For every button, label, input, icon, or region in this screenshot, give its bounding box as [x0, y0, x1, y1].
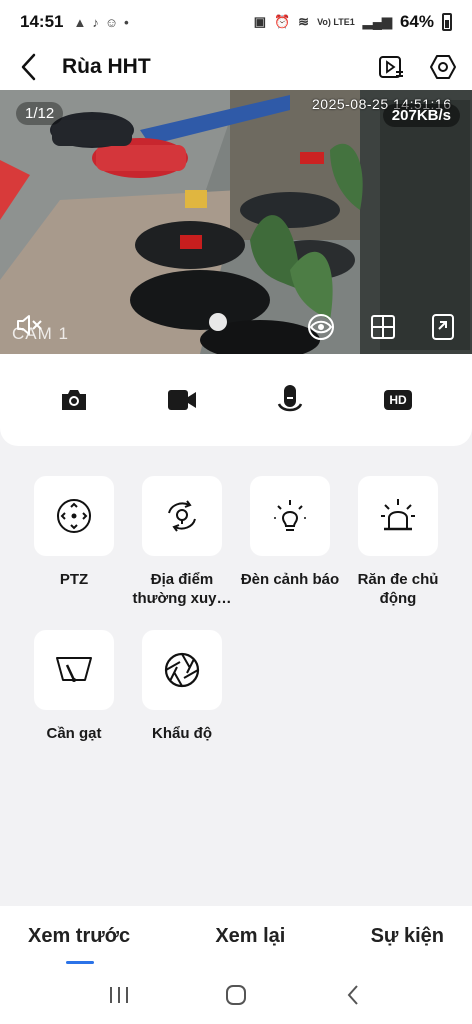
recent-apps-icon[interactable]	[99, 975, 139, 1015]
feature-siren[interactable]: Răn đe chủ động	[358, 476, 438, 608]
settings-hexagon-icon[interactable]	[428, 52, 458, 82]
network-label: Vo) LTE1	[317, 17, 355, 27]
smiley-icon: ☺	[104, 14, 119, 30]
feature-label: Địa điểm thường xuy…	[132, 571, 232, 607]
video-record-icon[interactable]	[160, 378, 204, 422]
eye-icon[interactable]	[306, 312, 336, 342]
home-icon[interactable]	[216, 975, 256, 1015]
tiktok-icon: ♪	[92, 14, 99, 30]
battery-percent: 64%	[399, 12, 434, 31]
fullscreen-icon[interactable]	[428, 312, 458, 342]
feature-warning-light[interactable]: Đèn cảnh báo	[241, 476, 339, 608]
page-title: Rùa HHT	[62, 55, 151, 78]
channel-page-indicator: 1/12	[16, 102, 64, 125]
aperture-icon	[142, 630, 222, 710]
camera-icon[interactable]	[52, 378, 96, 422]
more-dot-icon: •	[124, 14, 129, 30]
feature-label: Cần gạt	[46, 725, 102, 742]
hd-icon[interactable]: HD	[376, 378, 420, 422]
back-icon[interactable]	[14, 52, 44, 82]
wifi-icon: ≋	[298, 14, 310, 29]
notification-app-icon: ▲	[73, 14, 87, 30]
lock-icon: ▣	[253, 14, 266, 29]
feature-label: Đèn cảnh báo	[240, 571, 340, 588]
feature-label: Răn đe chủ động	[357, 571, 439, 607]
wiper-icon	[34, 630, 114, 710]
feature-wiper[interactable]: Cần gạt	[34, 630, 114, 743]
feature-aperture[interactable]: Khẩu độ	[142, 630, 222, 743]
bitrate-badge: 207KB/s	[382, 104, 460, 127]
playback-list-icon[interactable]	[376, 52, 406, 82]
status-bar: 14:51 ▲ ♪ ☺ • ▣ ⏰ ≋ Vo) LTE1 ▂▄▆ 64%	[0, 0, 472, 44]
live-video[interactable]: 1/12 2025-08-25 14:51:16 207KB/s CAM 1	[0, 90, 472, 354]
back-nav-icon[interactable]	[333, 975, 373, 1015]
warning-light-icon	[250, 476, 330, 556]
feature-location[interactable]: Địa điểm thường xuy…	[132, 476, 232, 608]
tab-playback[interactable]: Xem lại	[215, 925, 285, 948]
siren-icon	[358, 476, 438, 556]
system-nav-bar	[0, 966, 472, 1024]
feature-label: Khẩu độ	[152, 725, 212, 742]
status-right: ▣ ⏰ ≋ Vo) LTE1 ▂▄▆ 64%	[254, 12, 452, 32]
ptz-icon	[34, 476, 114, 556]
control-bar: HD	[0, 354, 472, 446]
feature-grid: PTZ Địa điểm thường xuy… Đèn cảnh báo Ră…	[34, 476, 454, 743]
signal-icon: ▂▄▆	[362, 14, 392, 29]
feature-label: PTZ	[59, 571, 89, 588]
app-header: Rùa HHT	[0, 44, 472, 90]
status-time: 14:51	[20, 12, 64, 31]
grid-view-icon[interactable]	[368, 312, 398, 342]
microphone-icon[interactable]	[268, 378, 312, 422]
bottom-tabs: Xem trước Xem lại Sự kiện	[0, 906, 472, 966]
camera-scene-image	[0, 90, 472, 354]
battery-icon	[442, 13, 452, 31]
tab-preview[interactable]: Xem trước	[28, 925, 130, 964]
feature-ptz[interactable]: PTZ	[34, 476, 114, 608]
location-icon	[142, 476, 222, 556]
mute-icon[interactable]	[14, 310, 44, 340]
tab-events[interactable]: Sự kiện	[371, 925, 444, 948]
hd-label: HD	[384, 390, 412, 410]
alarm-icon: ⏰	[273, 14, 291, 29]
notification-icons: ▲ ♪ ☺ •	[73, 15, 128, 30]
